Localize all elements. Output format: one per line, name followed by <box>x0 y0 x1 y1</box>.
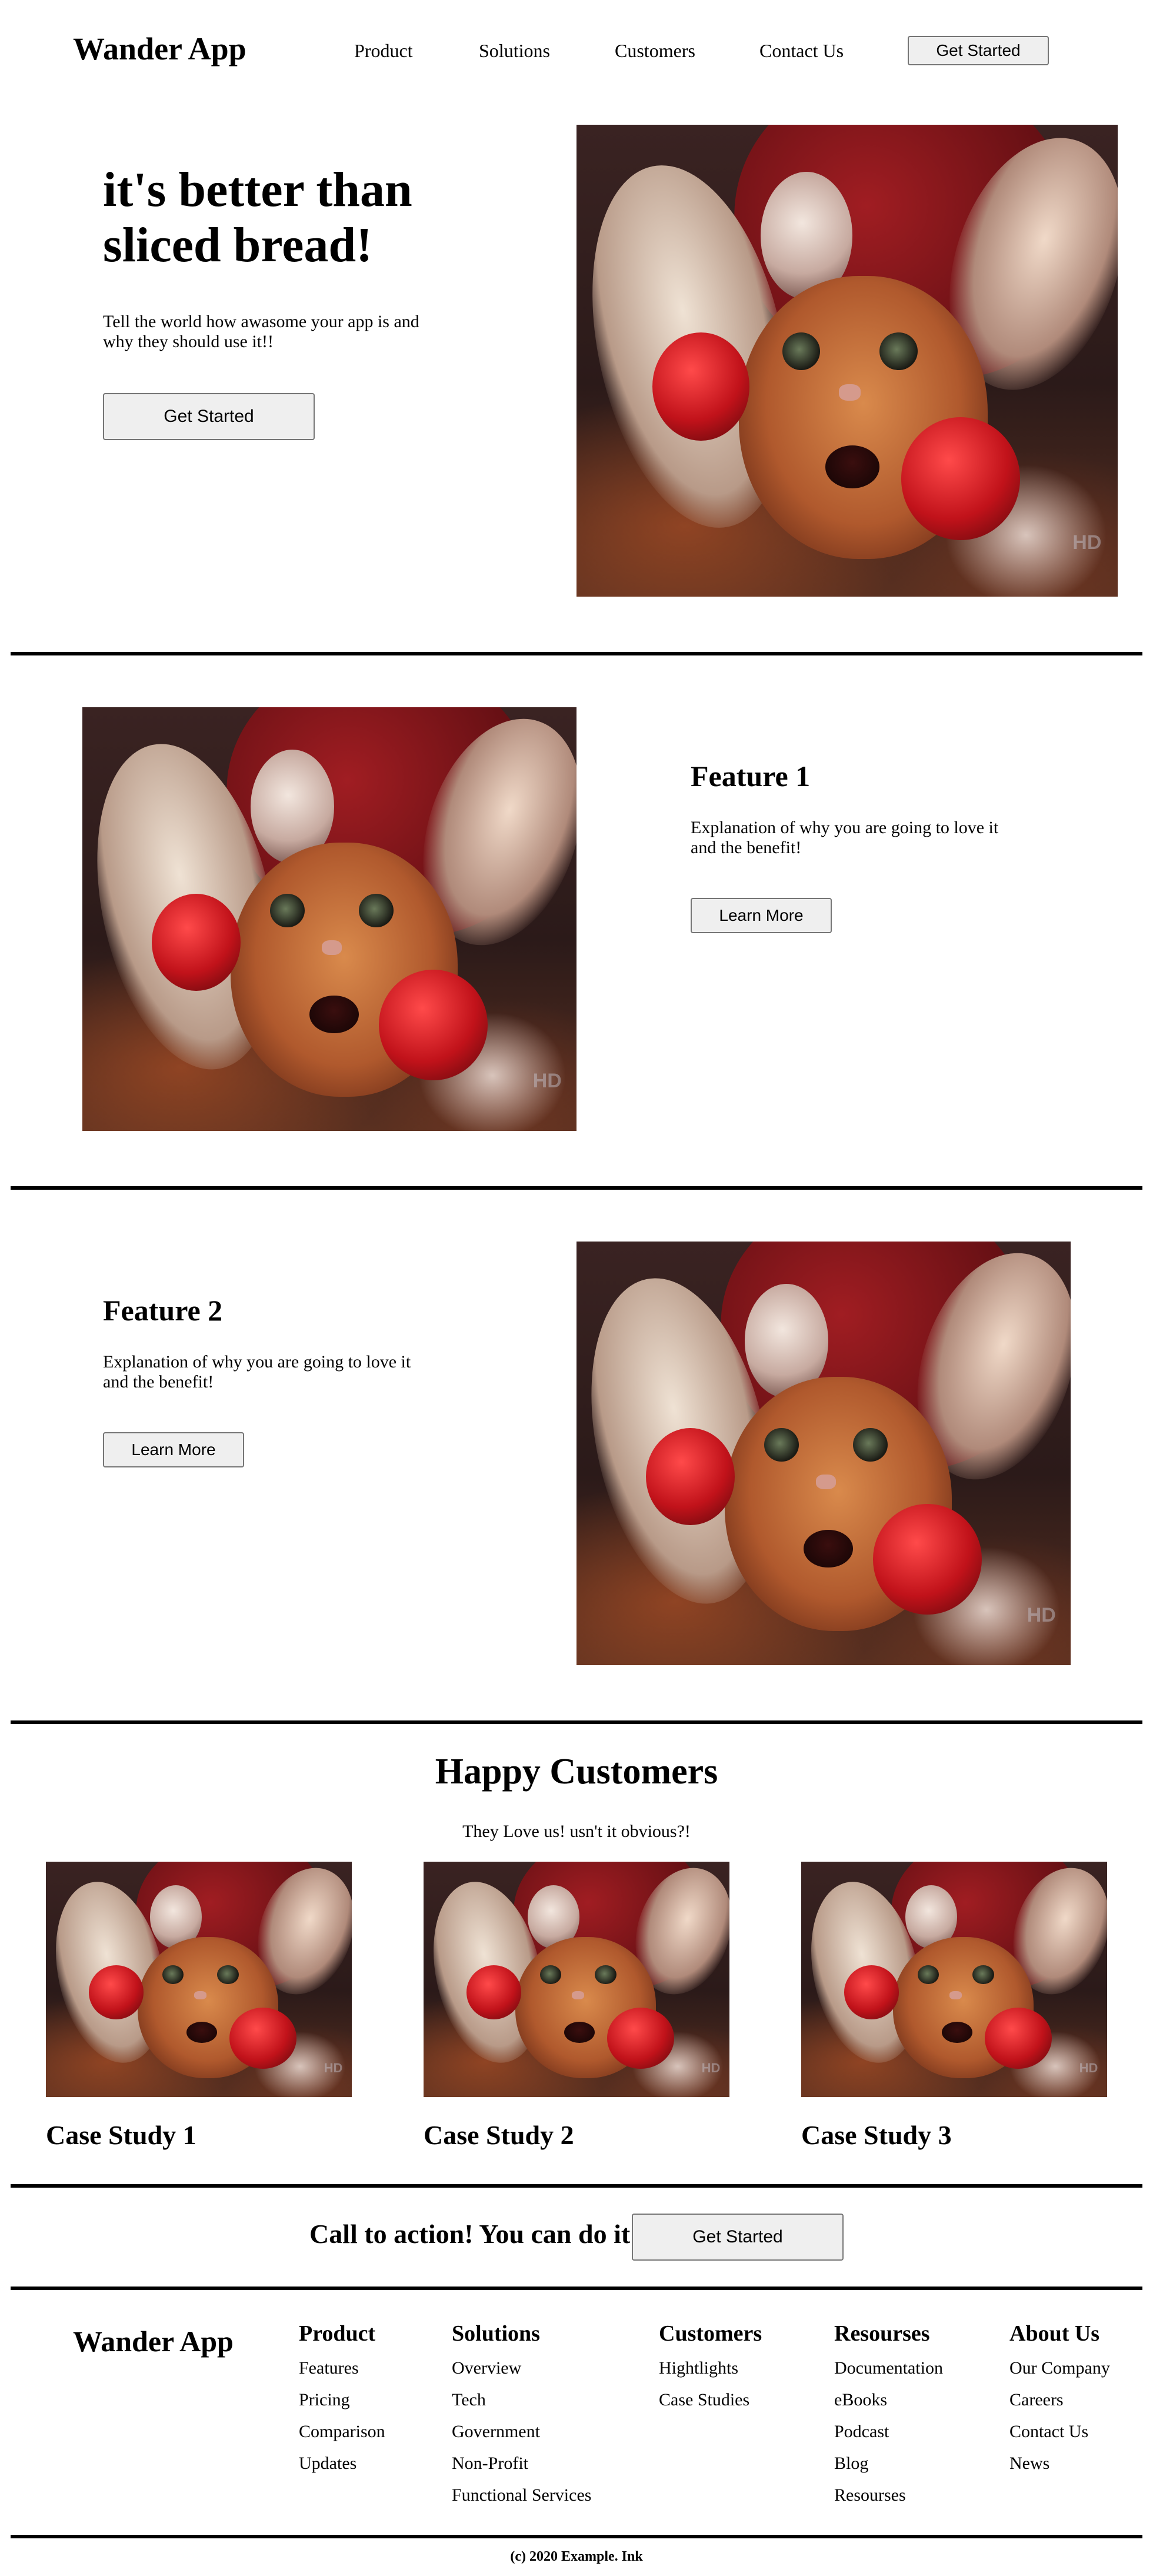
case-study-image: HD <box>424 1862 729 2097</box>
hero-subtitle: Tell the world how awasome your app is a… <box>103 312 419 352</box>
footer-heading-about-us: About Us <box>1009 2321 1100 2346</box>
customers-title: Happy Customers <box>435 1752 718 1792</box>
hd-watermark: HD <box>701 2061 721 2075</box>
footer-link-pricing[interactable]: Pricing <box>299 2390 350 2410</box>
footer-link-blog[interactable]: Blog <box>834 2454 868 2474</box>
nav-customers[interactable]: Customers <box>615 40 695 62</box>
footer-link-overview[interactable]: Overview <box>452 2358 521 2378</box>
footer-link-updates[interactable]: Updates <box>299 2454 356 2474</box>
hero-subtitle-line: Tell the world how awasome your app is a… <box>103 312 419 331</box>
feature2-image: HD <box>576 1242 1071 1665</box>
footer-link-contact-us[interactable]: Contact Us <box>1009 2422 1088 2442</box>
feature2-learn-more-button[interactable]: Learn More <box>103 1432 244 1467</box>
section-divider <box>11 1186 1142 1190</box>
hero-title-line: it's better than <box>103 162 412 217</box>
hero-subtitle-line: why they should use it!! <box>103 332 274 351</box>
hero-get-started-button[interactable]: Get Started <box>103 393 315 440</box>
footer-heading-solutions: Solutions <box>452 2321 540 2346</box>
case-study-title[interactable]: Case Study 2 <box>424 2119 574 2151</box>
brand-logo[interactable]: Wander App <box>73 31 246 67</box>
feature1-text: Explanation of why you are going to love… <box>691 818 998 858</box>
case-study-image: HD <box>801 1862 1107 2097</box>
footer-heading-resourses: Resourses <box>834 2321 930 2346</box>
hd-watermark: HD <box>1079 2061 1098 2075</box>
footer-link-government[interactable]: Government <box>452 2422 540 2442</box>
feature2-text-line: Explanation of why you are going to love… <box>103 1352 411 1372</box>
section-divider <box>11 2535 1142 2538</box>
copyright: (c) 2020 Example. Ink <box>510 2549 643 2564</box>
feature1-learn-more-button[interactable]: Learn More <box>691 898 832 933</box>
hero-image: HD <box>576 125 1118 597</box>
cta-text: Call to action! You can do it! <box>309 2219 639 2249</box>
case-study-image: HD <box>46 1862 352 2097</box>
nav-contact-us[interactable]: Contact Us <box>759 40 844 62</box>
hd-watermark: HD <box>532 1070 562 1093</box>
section-divider <box>11 2184 1142 2188</box>
footer-link-ebooks[interactable]: eBooks <box>834 2390 887 2410</box>
feature2-text-line: and the benefit! <box>103 1372 214 1392</box>
footer-link-non-profit[interactable]: Non-Profit <box>452 2454 528 2474</box>
footer-link-case-studies[interactable]: Case Studies <box>659 2390 749 2410</box>
nav-solutions[interactable]: Solutions <box>479 40 550 62</box>
footer-link-tech[interactable]: Tech <box>452 2390 486 2410</box>
footer-link-podcast[interactable]: Podcast <box>834 2422 889 2442</box>
footer-link-features[interactable]: Features <box>299 2358 359 2378</box>
feature1-title: Feature 1 <box>691 760 811 793</box>
footer-heading-customers: Customers <box>659 2321 762 2346</box>
section-divider <box>11 2287 1142 2290</box>
feature2-text: Explanation of why you are going to love… <box>103 1352 411 1392</box>
footer-link-resourses[interactable]: Resourses <box>834 2485 906 2505</box>
cta-get-started-button[interactable]: Get Started <box>632 2214 844 2261</box>
footer-link-careers[interactable]: Careers <box>1009 2390 1064 2410</box>
footer-link-functional-services[interactable]: Functional Services <box>452 2485 591 2505</box>
header-get-started-button[interactable]: Get Started <box>908 36 1049 65</box>
hd-watermark: HD <box>1072 531 1102 554</box>
customers-subtitle: They Love us! usn't it obvious?! <box>462 1822 691 1841</box>
feature1-image: HD <box>82 707 576 1131</box>
footer-link-news[interactable]: News <box>1009 2454 1049 2474</box>
feature1-text-line: Explanation of why you are going to love… <box>691 818 999 837</box>
section-divider <box>11 1720 1142 1724</box>
hd-watermark: HD <box>324 2061 343 2075</box>
footer-heading-product: Product <box>299 2321 376 2346</box>
case-study-title[interactable]: Case Study 1 <box>46 2119 196 2151</box>
footer-link-comparison[interactable]: Comparison <box>299 2422 385 2442</box>
nav-product[interactable]: Product <box>354 40 413 62</box>
hero-title-line: sliced bread! <box>103 218 373 272</box>
footer-brand[interactable]: Wander App <box>73 2324 234 2358</box>
footer-link-documentation[interactable]: Documentation <box>834 2358 943 2378</box>
hero-title: it's better than sliced bread! <box>103 162 412 273</box>
feature2-title: Feature 2 <box>103 1294 223 1327</box>
case-study-title[interactable]: Case Study 3 <box>801 2119 952 2151</box>
section-divider <box>11 652 1142 655</box>
feature1-text-line: and the benefit! <box>691 838 802 857</box>
footer-link-our-company[interactable]: Our Company <box>1009 2358 1110 2378</box>
hd-watermark: HD <box>1027 1604 1056 1627</box>
footer-link-hightlights[interactable]: Hightlights <box>659 2358 738 2378</box>
